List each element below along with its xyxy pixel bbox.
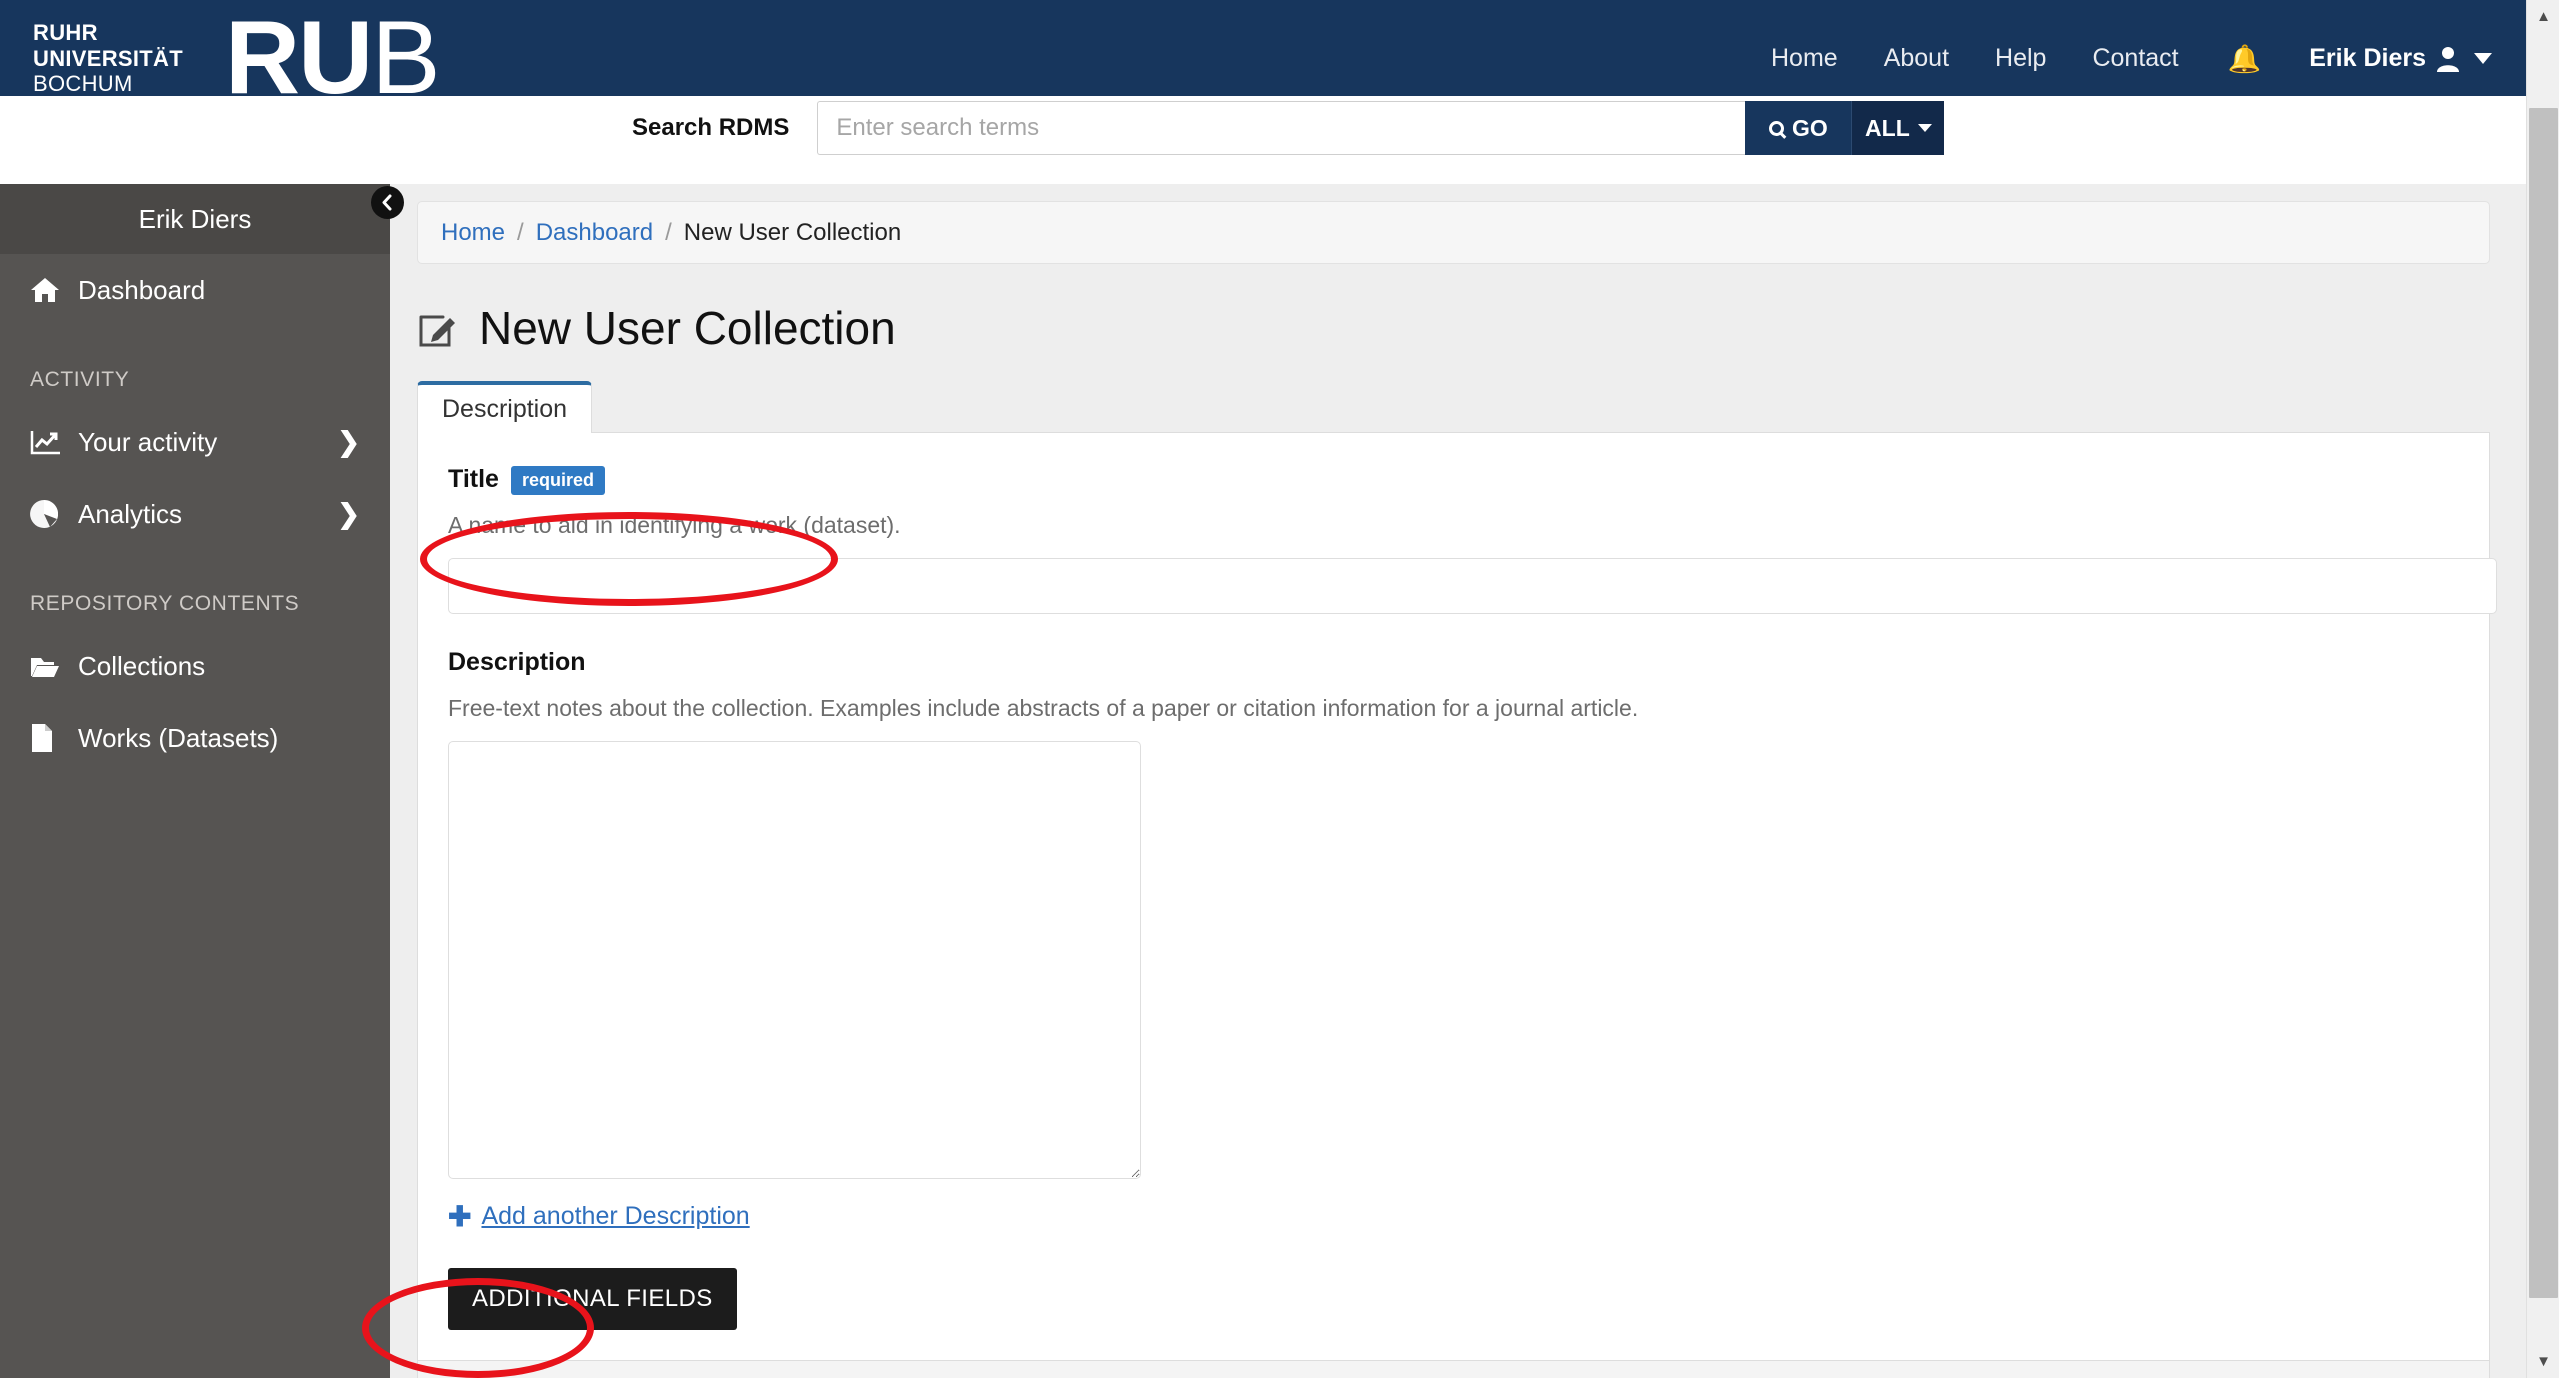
- sidebar-collapse-button[interactable]: [371, 186, 404, 219]
- wordmark-line-2: UNIVERSITÄT: [33, 45, 183, 71]
- description-field-label: Description: [448, 648, 586, 676]
- university-wordmark: RUHR UNIVERSITÄT BOCHUM: [33, 20, 183, 97]
- scrollbar-up-button[interactable]: ▲: [2527, 0, 2559, 33]
- browser-viewport: RUHR UNIVERSITÄT BOCHUM RU B Home About H…: [0, 0, 2559, 1378]
- add-another-description-label: Add another Description: [481, 1202, 750, 1230]
- breadcrumb-home[interactable]: Home: [441, 219, 505, 247]
- nav-contact[interactable]: Contact: [2069, 44, 2201, 73]
- main-content: Home / Dashboard / New User Collection N…: [390, 184, 2526, 1378]
- description-field-help: Free-text notes about the collection. Ex…: [448, 695, 1639, 721]
- wordmark-line-3: BOCHUM: [33, 71, 133, 97]
- sidebar-item-analytics-label: Analytics: [78, 498, 183, 529]
- search-go-label: GO: [1792, 114, 1828, 141]
- sidebar-group-activity-label: ACTIVITY: [30, 368, 130, 391]
- page-scrollbar[interactable]: ▲ ▼: [2526, 0, 2559, 1378]
- rub-logo-bold: RU: [224, 0, 373, 116]
- tab-description[interactable]: Description: [417, 381, 593, 433]
- breadcrumb: Home / Dashboard / New User Collection: [417, 201, 2490, 264]
- sidebar-item-dashboard[interactable]: Dashboard: [0, 254, 390, 326]
- sidebar-item-your-activity[interactable]: Your activity ❯: [0, 406, 390, 478]
- chevron-right-icon: ❯: [337, 498, 360, 529]
- nav-help[interactable]: Help: [1972, 44, 2069, 73]
- user-menu-label: Erik Diers: [2309, 44, 2426, 72]
- search-icon: [1769, 120, 1784, 136]
- nav-about[interactable]: About: [1861, 44, 1972, 73]
- search-input[interactable]: [817, 101, 1746, 155]
- breadcrumb-separator: /: [665, 218, 672, 246]
- edit-pencil-square-icon: [417, 307, 459, 349]
- search-scope-label: ALL: [1865, 114, 1910, 141]
- sidebar-user-header: Erik Diers: [0, 184, 390, 254]
- file-icon: [30, 723, 78, 753]
- nav-home[interactable]: Home: [1748, 44, 1861, 73]
- description-textarea[interactable]: [448, 741, 1141, 1179]
- title-field-help: A name to aid in identifying a work (dat…: [448, 512, 901, 538]
- form-tabs: Description: [417, 381, 2490, 433]
- description-field-label-row: Description: [448, 648, 2459, 677]
- breadcrumb-current: New User Collection: [683, 218, 902, 246]
- search-scope-dropdown[interactable]: ALL: [1852, 101, 1945, 155]
- scrollbar-thumb[interactable]: [2529, 108, 2558, 1298]
- description-form-panel: Title required A name to aid in identify…: [417, 432, 2497, 1361]
- tab-description-label: Description: [442, 395, 568, 423]
- sidebar-item-collections[interactable]: Collections: [0, 630, 390, 702]
- user-avatar-icon: [2437, 46, 2459, 72]
- bell-icon[interactable]: 🔔: [2202, 43, 2288, 75]
- sidebar-item-analytics[interactable]: Analytics ❯: [0, 478, 390, 550]
- chart-line-icon: [30, 429, 78, 455]
- title-field-label: Title: [448, 465, 499, 493]
- search-label: Search RDMS: [632, 114, 790, 141]
- pie-chart-icon: [30, 500, 78, 528]
- plus-icon: ✚: [448, 1200, 472, 1232]
- search-go-button[interactable]: GO: [1745, 101, 1853, 155]
- page-title: New User Collection: [417, 301, 2490, 355]
- sidebar-item-collections-label: Collections: [78, 650, 206, 681]
- chevron-down-icon: [1917, 124, 1932, 132]
- sidebar-group-repository-label: REPOSITORY CONTENTS: [30, 592, 300, 615]
- title-field-label-row: Title required: [448, 465, 2459, 495]
- sidebar-item-works-datasets-label: Works (Datasets): [78, 722, 279, 753]
- chevron-down-icon: [2474, 53, 2492, 64]
- rub-logo-thin: B: [371, 0, 440, 116]
- title-input[interactable]: [448, 558, 2497, 614]
- sidebar-item-your-activity-label: Your activity: [78, 426, 218, 457]
- primary-navigation: Home About Help Contact 🔔 Erik Diers: [1748, 43, 2526, 75]
- required-badge: required: [510, 466, 605, 495]
- chevron-left-circle-icon: [382, 194, 392, 211]
- sidebar-item-dashboard-label: Dashboard: [78, 274, 206, 305]
- wordmark-line-1: RUHR: [33, 20, 98, 46]
- scrollbar-down-button[interactable]: ▼: [2527, 1345, 2559, 1378]
- sidebar-item-works-datasets[interactable]: Works (Datasets): [0, 702, 390, 774]
- rub-logo[interactable]: RU B: [224, 0, 441, 116]
- form-footer: SAVE Cancel: [417, 1361, 2490, 1378]
- page-title-text: New User Collection: [479, 302, 896, 354]
- home-icon: [30, 276, 78, 304]
- search-bar: Search RDMS GO ALL: [0, 96, 2526, 160]
- folder-open-icon: [30, 654, 78, 678]
- additional-fields-label: ADDITIONAL FIELDS: [472, 1285, 713, 1312]
- breadcrumb-separator: /: [517, 218, 524, 246]
- additional-fields-button[interactable]: ADDITIONAL FIELDS: [448, 1268, 737, 1330]
- user-menu[interactable]: Erik Diers: [2287, 44, 2492, 73]
- breadcrumb-dashboard[interactable]: Dashboard: [536, 219, 653, 247]
- description-field-group: Description Free-text notes about the co…: [448, 648, 2459, 1179]
- title-field-group: Title required A name to aid in identify…: [448, 465, 2497, 614]
- chevron-right-icon: ❯: [337, 426, 360, 457]
- add-another-description-link[interactable]: ✚ Add another Description: [448, 1202, 2459, 1231]
- sidebar-user-name: Erik Diers: [138, 203, 252, 234]
- sidebar: Erik Diers Dashboard ACTIVITY Your activ…: [0, 184, 390, 1378]
